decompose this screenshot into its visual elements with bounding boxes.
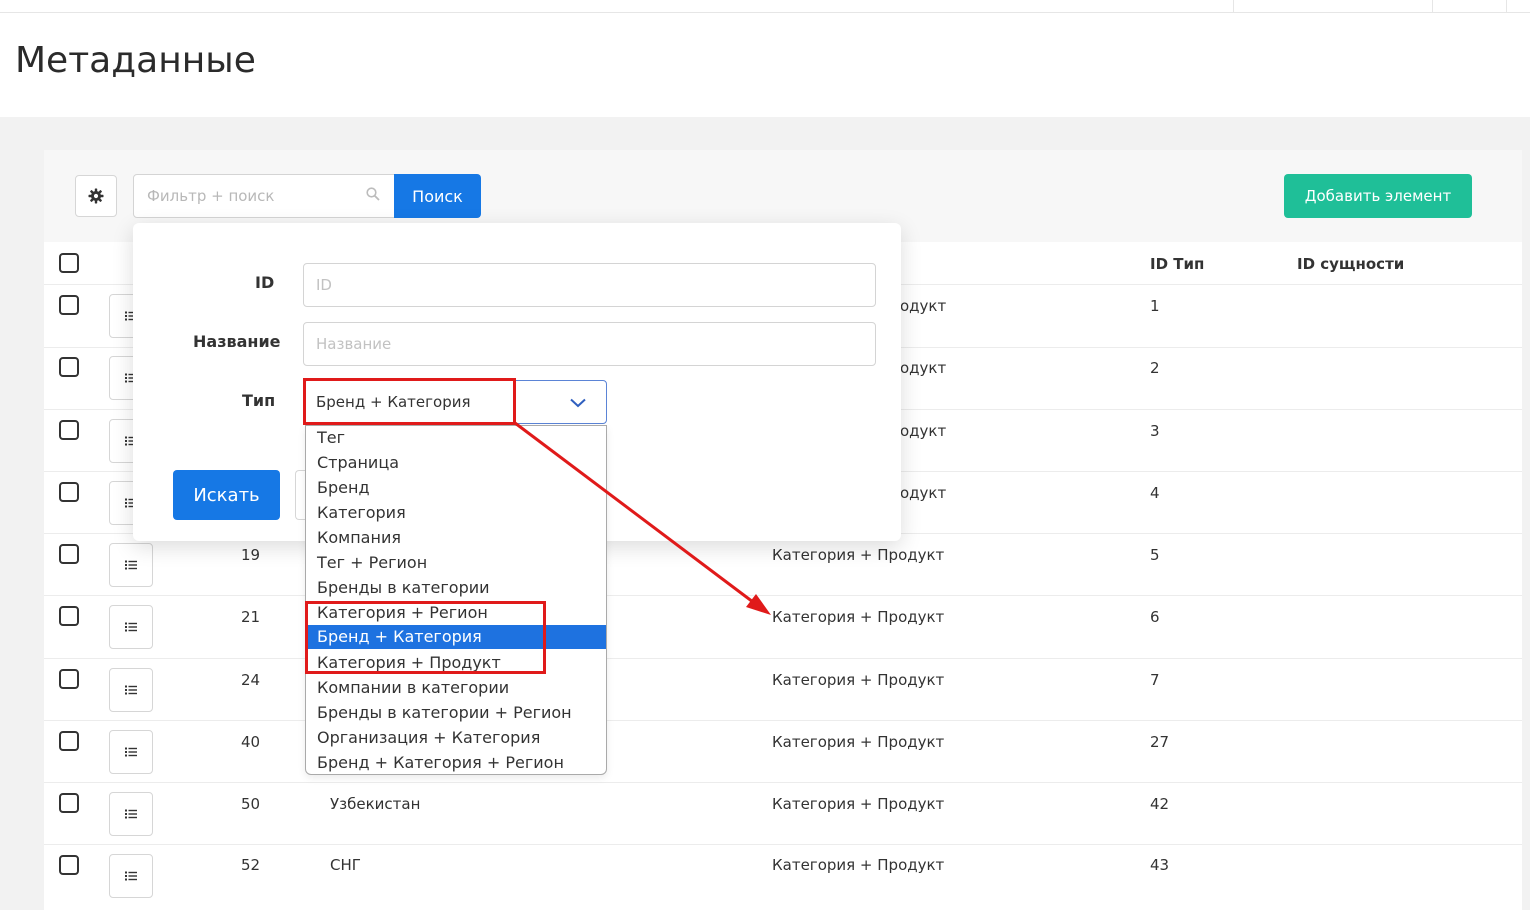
row-type-id: 7 (1150, 671, 1160, 689)
row-menu-button[interactable] (109, 605, 153, 649)
row-checkbox[interactable] (59, 606, 79, 626)
chevron-down-icon (570, 398, 586, 408)
row-menu-button[interactable] (109, 668, 153, 712)
add-element-button[interactable]: Добавить элемент (1284, 174, 1472, 218)
dropdown-option[interactable]: Тег + Регион (306, 551, 606, 575)
row-type-id: 3 (1150, 422, 1160, 440)
row-type: Категория + Продукт (772, 733, 945, 751)
dropdown-option[interactable]: Бренды в категории + Регион (306, 701, 606, 725)
row-type-id: 6 (1150, 608, 1160, 626)
row-checkbox[interactable] (59, 295, 79, 315)
row-type-id: 27 (1150, 733, 1170, 751)
row-divider (44, 595, 1522, 596)
row-id: 19 (241, 546, 261, 564)
row-divider (44, 782, 1522, 783)
row-name: СНГ (330, 856, 361, 874)
row-type-id: 43 (1150, 856, 1170, 874)
search-button[interactable]: Поиск (394, 174, 481, 218)
row-divider (44, 658, 1522, 659)
row-divider (44, 720, 1522, 721)
row-type: одукт (900, 359, 947, 377)
header-separator (1233, 0, 1234, 12)
dropdown-option-selected[interactable]: Бренд + Категория (306, 625, 606, 649)
row-divider (44, 844, 1522, 845)
row-id: 24 (241, 671, 261, 689)
filter-id-label: ID (255, 273, 275, 292)
filter-type-label: Тип (242, 391, 276, 410)
header-separator (1506, 0, 1507, 12)
row-type-id: 4 (1150, 484, 1160, 502)
row-id: 40 (241, 733, 261, 751)
dropdown-option[interactable]: Компании в категории (306, 676, 606, 700)
dropdown-option[interactable]: Категория + Регион (306, 601, 606, 625)
row-id: 52 (241, 856, 261, 874)
dropdown-option[interactable]: Категория + Продукт (306, 651, 606, 675)
row-type: Категория + Продукт (772, 795, 945, 813)
row-type-id: 42 (1150, 795, 1170, 813)
row-name: Узбекистан (330, 795, 421, 813)
row-type: Категория + Продукт (772, 856, 945, 874)
row-type: Категория + Продукт (772, 671, 945, 689)
dropdown-option[interactable]: Организация + Категория (306, 726, 606, 750)
search-icon (366, 187, 380, 201)
search-input[interactable] (133, 174, 395, 218)
filter-name-input[interactable] (303, 322, 876, 366)
dropdown-option[interactable]: Бренды в категории (306, 576, 606, 600)
row-type: Категория + Продукт (772, 608, 945, 626)
row-checkbox[interactable] (59, 669, 79, 689)
row-menu-button[interactable] (109, 543, 153, 587)
row-checkbox[interactable] (59, 731, 79, 751)
top-header: Метаданные (0, 0, 1530, 117)
row-checkbox[interactable] (59, 482, 79, 502)
page-title: Метаданные (15, 40, 256, 81)
dropdown-option[interactable]: Бренд + Категория + Регион (306, 751, 606, 774)
dropdown-option[interactable]: Бренд (306, 476, 606, 500)
filter-submit-button[interactable]: Искать (173, 470, 280, 520)
row-menu-button[interactable] (109, 730, 153, 774)
filter-name-label: Название (193, 332, 281, 351)
dropdown-option[interactable]: Тег (306, 426, 606, 450)
filter-id-input[interactable] (303, 263, 876, 307)
row-checkbox[interactable] (59, 855, 79, 875)
list-icon (125, 809, 137, 819)
row-type-id: 1 (1150, 297, 1160, 315)
row-type: одукт (900, 422, 947, 440)
row-checkbox[interactable] (59, 793, 79, 813)
list-icon (125, 685, 137, 695)
gear-icon (88, 188, 104, 204)
dropdown-option[interactable]: Страница (306, 451, 606, 475)
row-menu-button[interactable] (109, 792, 153, 836)
row-type: Категория + Продукт (772, 546, 945, 564)
row-checkbox[interactable] (59, 357, 79, 377)
list-icon (125, 560, 137, 570)
filter-type-select[interactable]: Бренд + Категория (303, 380, 607, 424)
list-icon (125, 622, 137, 632)
row-checkbox[interactable] (59, 420, 79, 440)
row-type-id: 2 (1150, 359, 1160, 377)
column-header-type-id: ID Тип (1150, 255, 1205, 273)
header-separator (1432, 0, 1433, 12)
type-dropdown-list: Тег Страница Бренд Категория Компания Те… (305, 425, 607, 775)
row-menu-button[interactable] (109, 854, 153, 898)
row-type: одукт (900, 297, 947, 315)
header-divider (0, 12, 1530, 13)
row-type-id: 5 (1150, 546, 1160, 564)
select-all-checkbox[interactable] (59, 253, 79, 273)
row-checkbox[interactable] (59, 544, 79, 564)
column-header-entity-id: ID сущности (1297, 255, 1405, 273)
list-icon (125, 747, 137, 757)
row-id: 21 (241, 608, 261, 626)
dropdown-option[interactable]: Категория (306, 501, 606, 525)
dropdown-option[interactable]: Компания (306, 526, 606, 550)
row-type: одукт (900, 484, 947, 502)
settings-button[interactable] (75, 175, 117, 217)
row-id: 50 (241, 795, 261, 813)
filter-type-value: Бренд + Категория (316, 393, 471, 411)
